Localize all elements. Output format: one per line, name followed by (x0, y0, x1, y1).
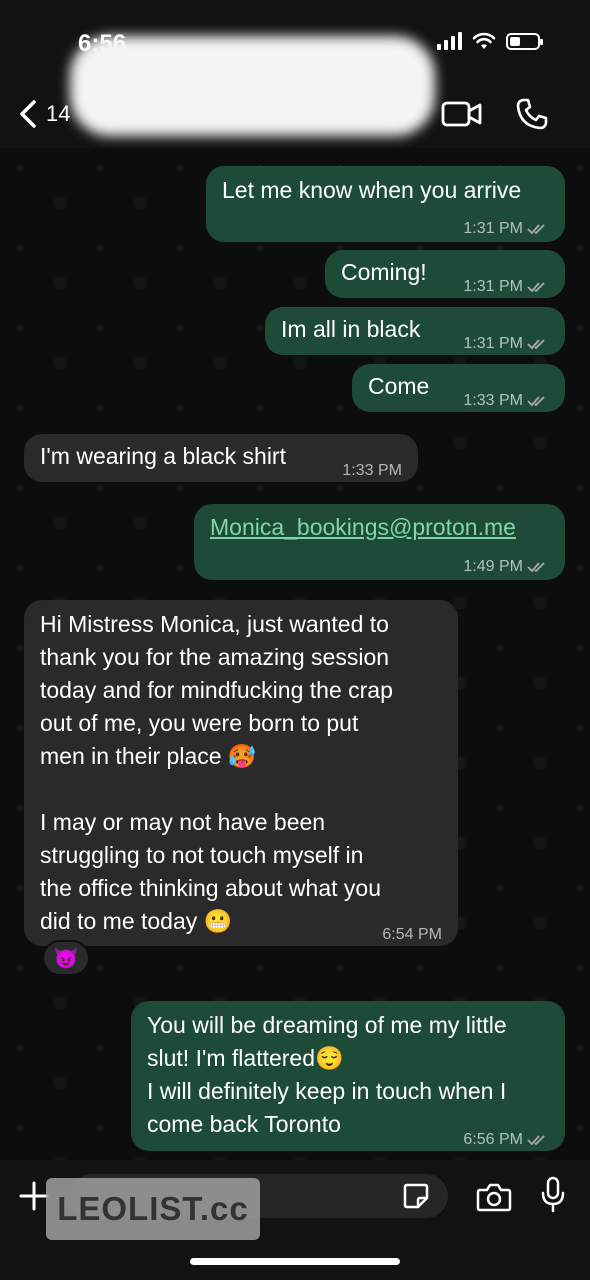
message-time: 1:33 PM (463, 384, 549, 417)
message-time: 6:54 PM (382, 926, 442, 943)
redacted-contact-name (70, 36, 435, 136)
message-bubble-outgoing[interactable]: Monica_bookings@proton.me 1:49 PM (194, 504, 565, 580)
message-time: 6:56 PM (463, 1123, 549, 1156)
sticker-icon[interactable] (402, 1182, 430, 1210)
message-time: 1:31 PM (463, 270, 549, 303)
read-ticks-icon (527, 282, 545, 293)
watermark: LEOLIST.cc (46, 1178, 260, 1240)
battery-icon (506, 32, 543, 50)
read-ticks-icon (527, 339, 545, 350)
video-camera-icon[interactable] (440, 98, 484, 130)
message-bubble-outgoing[interactable]: Coming! 1:31 PM (325, 250, 565, 298)
message-bubble-outgoing[interactable]: Let me know when you arrive 1:31 PM (206, 166, 565, 242)
message-text: Let me know when you arrive (222, 177, 522, 203)
top-bar: 6:56 14 (0, 0, 590, 148)
composer-bar: LEOLIST.cc (0, 1160, 590, 1280)
chat-area[interactable]: Let me know when you arrive 1:31 PM Comi… (0, 148, 590, 1160)
message-reaction[interactable]: 😈 (42, 940, 90, 976)
message-bubble-incoming[interactable]: I'm wearing a black shirt 1:33 PM (24, 434, 418, 482)
message-time: 1:49 PM (463, 550, 549, 583)
wifi-icon (472, 32, 496, 49)
message-bubble-outgoing[interactable]: Im all in black 1:31 PM (265, 307, 565, 355)
message-bubble-outgoing[interactable]: You will be dreaming of me my little slu… (131, 1001, 565, 1151)
read-ticks-icon (527, 1135, 545, 1146)
email-link[interactable]: Monica_bookings@proton.me (210, 504, 549, 544)
read-ticks-icon (527, 396, 545, 407)
message-time: 1:33 PM (342, 462, 402, 479)
message-bubble-outgoing[interactable]: Come 1:33 PM (352, 364, 565, 412)
status-icons (437, 32, 543, 50)
camera-icon[interactable] (476, 1182, 512, 1212)
message-text: Hi Mistress Monica, just wanted to thank… (40, 611, 393, 934)
home-indicator (190, 1258, 400, 1265)
signal-icon (437, 32, 462, 50)
back-label[interactable]: 14 (46, 101, 70, 127)
back-chevron-icon[interactable] (10, 94, 50, 134)
message-time: 1:31 PM (463, 212, 549, 245)
message-text: You will be dreaming of me my little slu… (147, 1012, 507, 1137)
read-ticks-icon (527, 562, 545, 573)
phone-icon[interactable] (514, 96, 550, 132)
message-bubble-incoming[interactable]: Hi Mistress Monica, just wanted to thank… (24, 600, 458, 946)
read-ticks-icon (527, 224, 545, 235)
microphone-icon[interactable] (540, 1176, 566, 1214)
message-time: 1:31 PM (463, 327, 549, 360)
